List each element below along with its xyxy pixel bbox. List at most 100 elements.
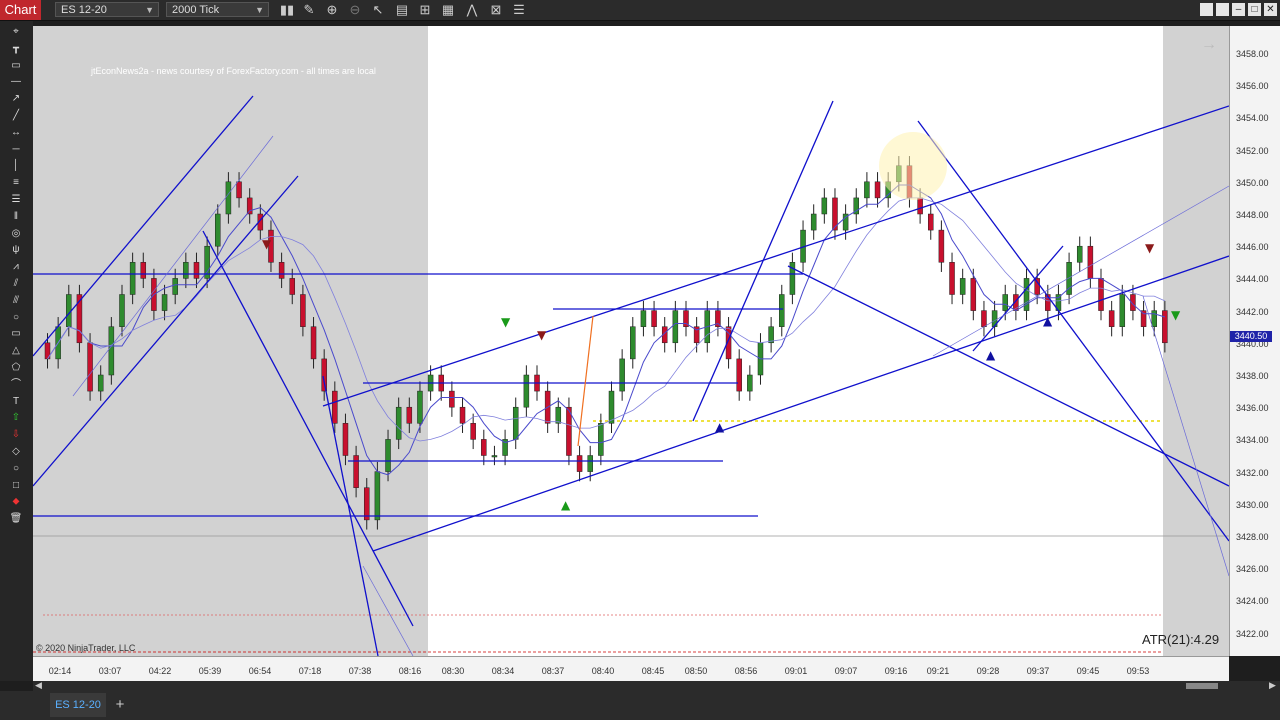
orange-annotation-line <box>577 315 594 447</box>
candle-body <box>385 439 391 472</box>
time-tick-label: 02:14 <box>48 666 72 676</box>
time-tick-label: 09:07 <box>834 666 858 676</box>
data-series-icon[interactable]: ⊞ <box>416 1 434 19</box>
stop-icon[interactable]: ⬥ <box>6 495 26 509</box>
tab-es-12-20[interactable]: ES 12-20 <box>50 693 106 717</box>
risk-reward-icon[interactable]: ▭ <box>6 59 26 73</box>
window-cascade-icon[interactable] <box>1216 3 1229 16</box>
gann-fan-icon[interactable]: ⩘ <box>6 260 26 274</box>
ellipse-icon[interactable]: ○ <box>6 311 26 325</box>
pencil-icon[interactable]: ✎ <box>300 1 318 19</box>
bar-type-icon[interactable]: ▮▮ <box>278 1 296 19</box>
signal-arrow-icon: ▼ <box>537 328 547 342</box>
properties-icon[interactable]: ▤ <box>393 1 411 19</box>
triangle-icon[interactable]: △ <box>6 344 26 358</box>
polygon-icon[interactable]: ⬠ <box>6 361 26 375</box>
dot-icon[interactable]: ○ <box>6 462 26 476</box>
add-tab-button[interactable]: + <box>112 693 128 717</box>
instrument-value: ES 12-20 <box>61 4 107 16</box>
candle-body <box>640 310 647 327</box>
ruler-icon[interactable]: ┳ <box>6 42 26 56</box>
andrews-pitchfork-icon[interactable]: ψ <box>6 243 26 257</box>
time-tick-label: 08:34 <box>491 666 515 676</box>
maximize-icon[interactable]: □ <box>1248 3 1261 16</box>
candle-body <box>959 278 966 295</box>
trend-channel-icon[interactable]: ⫻ <box>6 294 26 308</box>
app-label: Chart <box>0 0 41 20</box>
price-tick-label: 3450.00 <box>1236 177 1269 188</box>
candle-body <box>193 262 200 279</box>
fib-extension-icon[interactable]: ☰ <box>6 193 26 207</box>
regression-channel-icon[interactable]: ⫽ <box>6 277 26 291</box>
price-plot[interactable]: ▼ ▼ ▼ ▼ ▼ ▲ ▲ ▲ ▲ <box>33 26 1229 656</box>
interval-selector[interactable]: 2000 Tick ▼ <box>166 2 269 17</box>
pointer-icon[interactable]: ↖ <box>369 1 387 19</box>
trash-icon[interactable]: 🗑 <box>6 512 26 526</box>
minimize-icon[interactable]: – <box>1232 3 1245 16</box>
strategy-icon[interactable]: ▦ <box>439 1 457 19</box>
candle-body <box>129 262 136 295</box>
arrow-up-icon[interactable]: ⇧ <box>6 411 26 425</box>
arrow-line-icon[interactable]: ↔ <box>6 126 26 140</box>
fib-circle-icon[interactable]: ◎ <box>6 227 26 241</box>
ray-icon[interactable]: ↗ <box>6 92 26 106</box>
instrument-selector[interactable]: ES 12-20 ▼ <box>55 2 159 17</box>
candle-body <box>300 294 306 327</box>
cursor-icon[interactable]: ⌖ <box>6 25 26 39</box>
square-icon[interactable]: □ <box>6 479 26 493</box>
arrow-down-icon[interactable]: ⇩ <box>6 428 26 442</box>
trend-line <box>372 255 1229 552</box>
line-icon[interactable]: — <box>6 75 26 89</box>
scroll-right-icon[interactable]: ▶ <box>1269 680 1276 691</box>
scroll-left-icon[interactable]: ◀ <box>35 680 42 691</box>
candle-body <box>1108 310 1115 327</box>
candle-body <box>598 423 604 456</box>
diamond-icon[interactable]: ◇ <box>6 445 26 459</box>
candle-body <box>927 213 934 231</box>
scroll-thumb[interactable] <box>1186 683 1218 689</box>
extended-line-icon[interactable]: ╱ <box>6 109 26 123</box>
time-tick-label: 07:38 <box>348 666 372 676</box>
candle-body <box>1076 245 1083 263</box>
fib-retracement-icon[interactable]: ≡ <box>6 176 26 190</box>
candle-body <box>481 439 487 456</box>
candle-body <box>874 181 881 199</box>
candle-body <box>172 278 178 295</box>
candle-body <box>374 471 381 521</box>
horizontal-scrollbar[interactable]: ◀ ▶ <box>33 680 1280 691</box>
time-tick-label: 09:53 <box>1126 666 1150 676</box>
text-icon[interactable]: T <box>6 395 26 409</box>
candle-body <box>491 455 498 458</box>
scroll-right-arrow-icon[interactable]: → <box>1201 36 1217 54</box>
candle-body <box>523 374 530 408</box>
rectangle-icon[interactable]: ▭ <box>6 327 26 341</box>
close-icon[interactable]: ✕ <box>1264 3 1277 16</box>
candle-body <box>1162 310 1168 344</box>
zoom-in-icon[interactable]: ⊕ <box>323 1 341 19</box>
time-axis[interactable]: 02:14 03:07 04:22 05:39 06:54 07:18 07:38 08:16… <box>33 656 1229 682</box>
window-tile-icon[interactable] <box>1200 3 1213 16</box>
candle-body <box>1151 310 1157 327</box>
time-tick-label: 06:54 <box>248 666 272 676</box>
candle-body <box>215 213 221 247</box>
price-tick-label: 3458.00 <box>1236 49 1269 59</box>
signal-arrow-icon: ▼ <box>1145 241 1155 255</box>
list-icon[interactable]: ☰ <box>510 1 528 19</box>
arc-icon[interactable]: ⌒ <box>6 378 26 392</box>
fib-time-icon[interactable]: ‖ <box>6 210 26 224</box>
horizontal-line-icon[interactable]: ─ <box>6 143 26 157</box>
candle-body <box>459 406 466 424</box>
zoom-out-icon[interactable]: ⊖ <box>346 1 364 19</box>
chart-panel[interactable]: ▼ ▼ ▼ ▼ ▼ ▲ ▲ ▲ ▲ jtEconNews2a - news courtesy o… <box>33 26 1229 656</box>
indicators-icon[interactable]: ⋀ <box>463 1 481 19</box>
strategies-icon[interactable]: ⊠ <box>487 1 505 19</box>
candle-body <box>1098 278 1104 311</box>
candle-body <box>1002 294 1008 311</box>
price-axis[interactable]: 3458.00 3456.00 3454.00 3452.00 3450.00 3448.… <box>1229 26 1280 656</box>
candle-body <box>140 262 147 279</box>
time-tick-label: 08:40 <box>591 666 615 676</box>
candle-body <box>651 310 657 327</box>
price-tick-label: 3456.00 <box>1236 81 1269 92</box>
vertical-line-icon[interactable]: │ <box>6 159 26 173</box>
signal-arrow-icon: ▼ <box>501 315 511 329</box>
